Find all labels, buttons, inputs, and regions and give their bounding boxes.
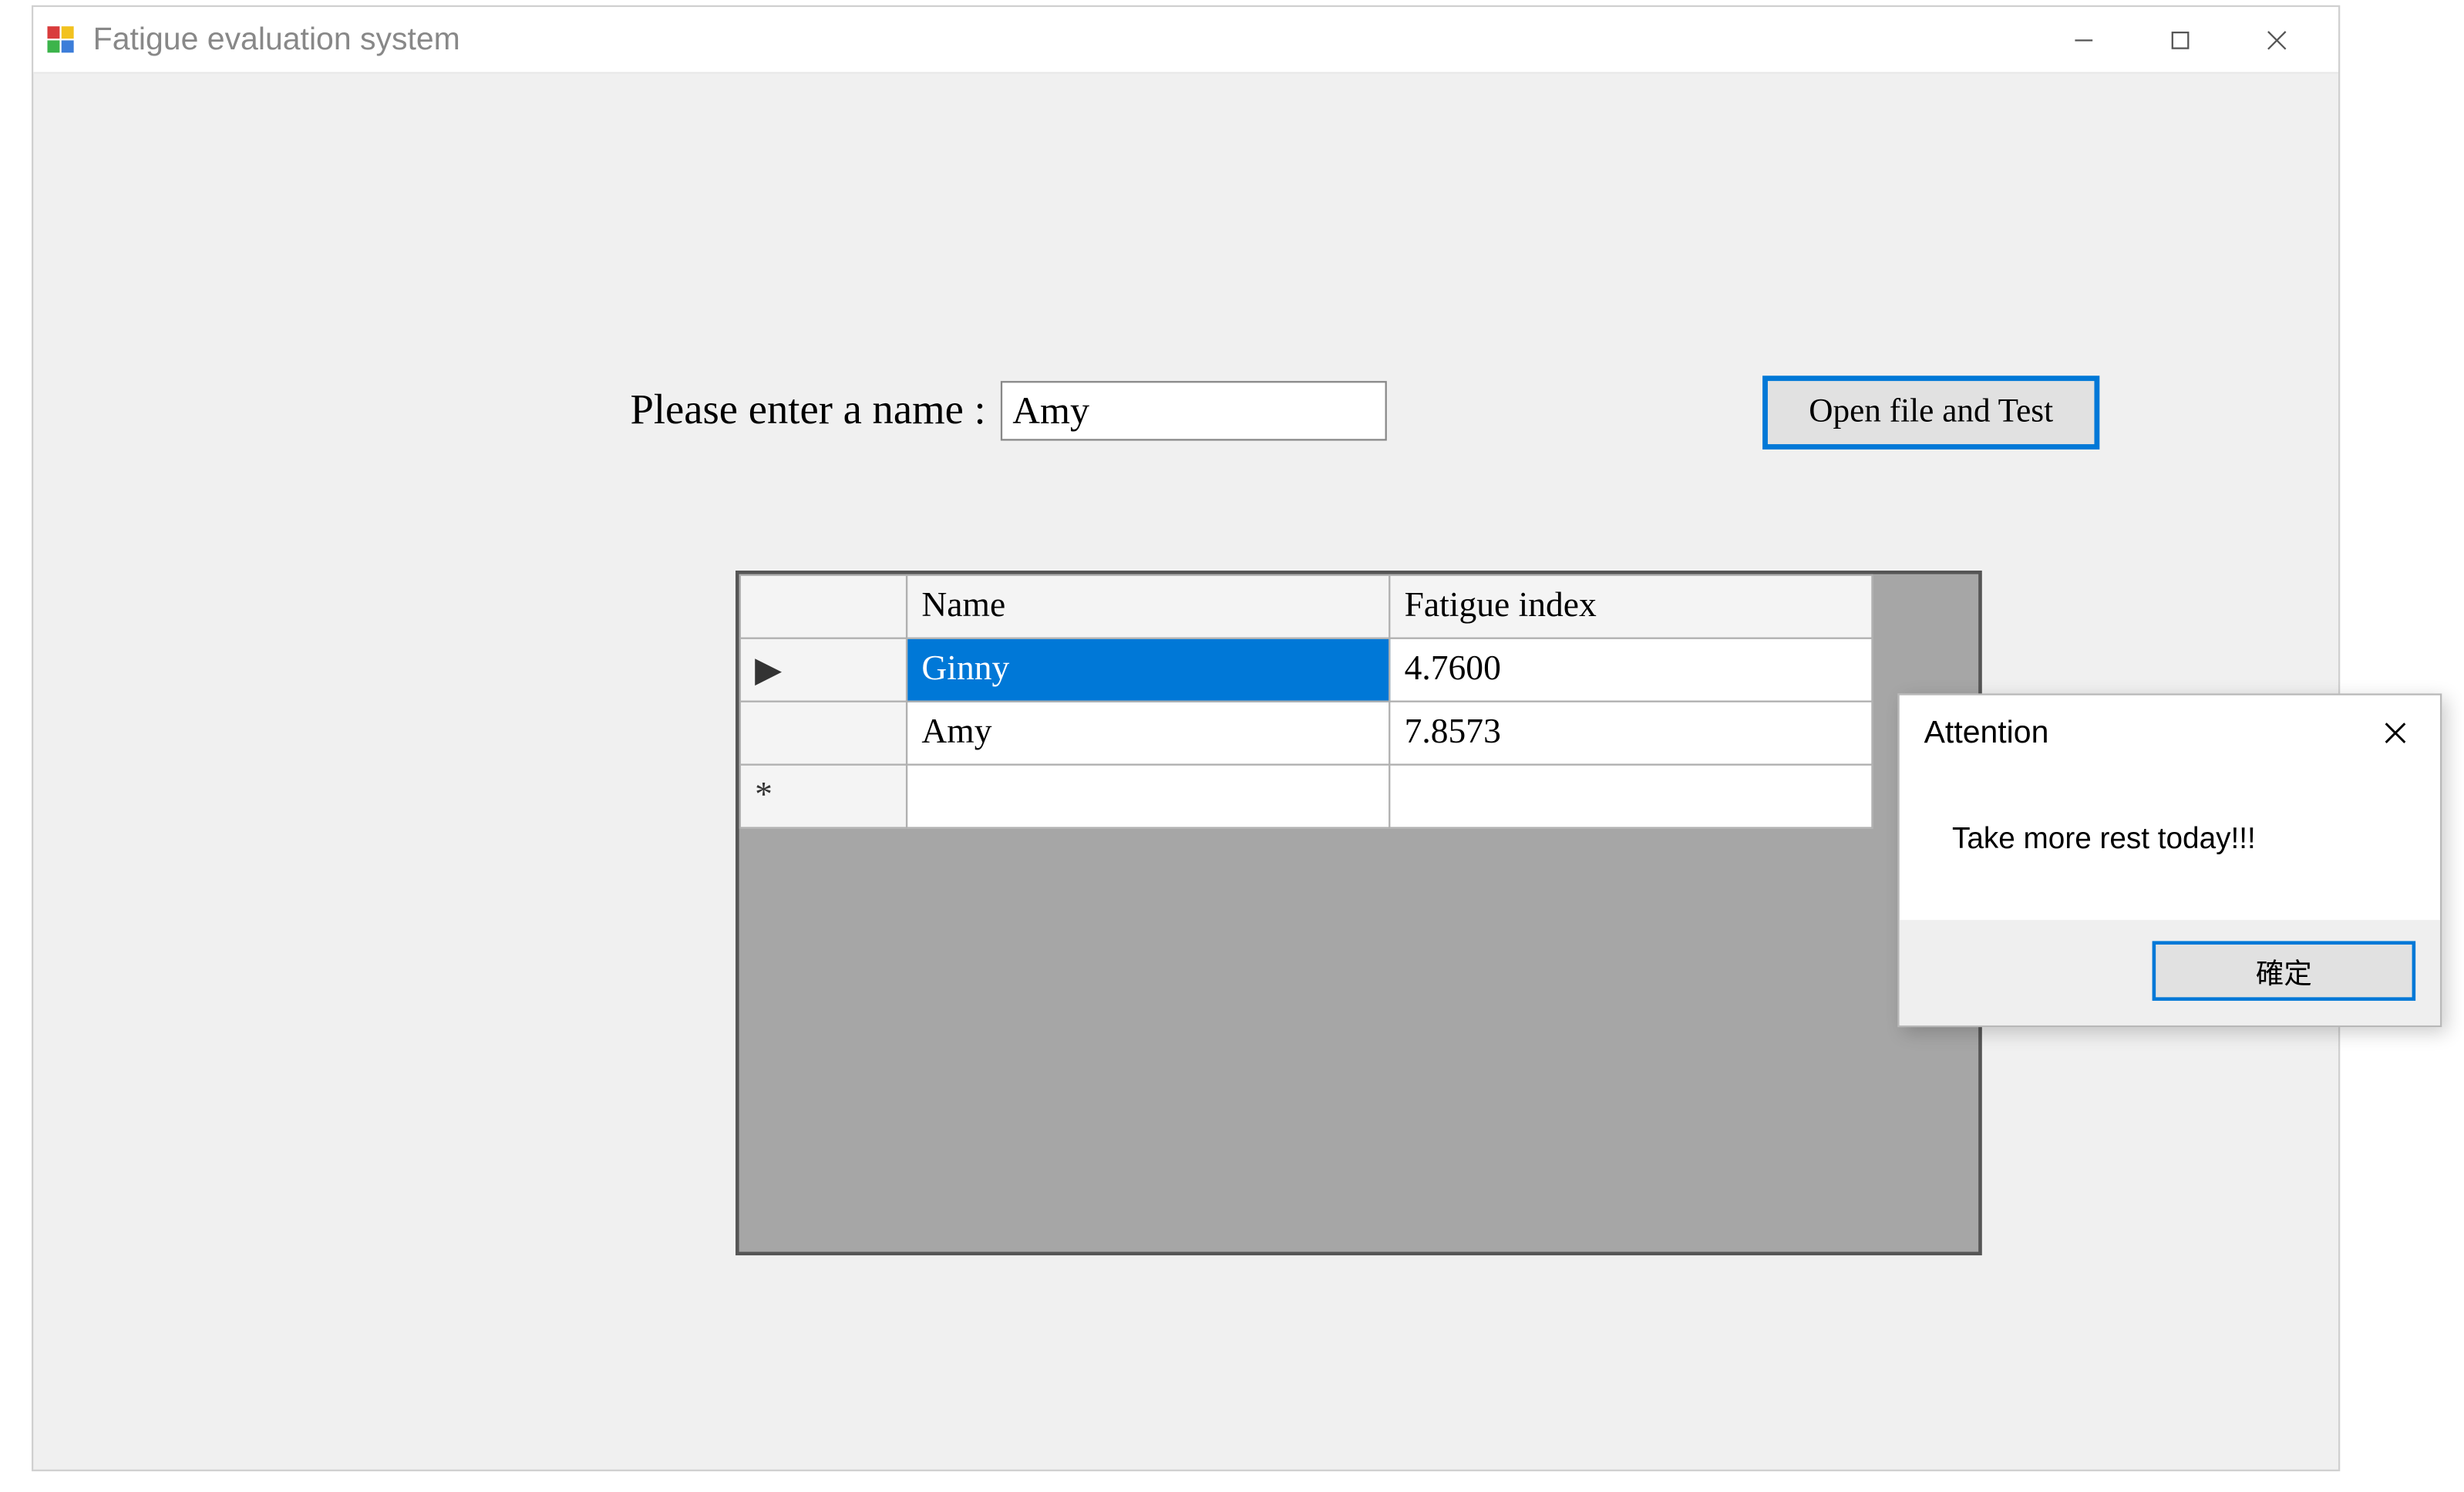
titlebar[interactable]: Fatigue evaluation system <box>33 7 2338 74</box>
window-title: Fatigue evaluation system <box>93 21 2035 58</box>
header-row: Name Fatigue index <box>740 575 1873 638</box>
cell-fatigue[interactable]: 4.7600 <box>1389 638 1872 702</box>
row-indicator-new[interactable]: * <box>740 765 907 828</box>
cell-fatigue[interactable] <box>1389 765 1872 828</box>
window-controls <box>2035 6 2324 73</box>
name-input[interactable] <box>1000 381 1386 440</box>
close-icon <box>2265 29 2286 50</box>
open-file-and-test-button[interactable]: Open file and Test <box>1762 376 2099 450</box>
table-row-new[interactable]: * <box>740 765 1873 828</box>
dialog-close-button[interactable] <box>2359 706 2429 758</box>
results-datagrid[interactable]: Name Fatigue index ▶ Ginny 4.7600 Amy <box>735 571 1982 1255</box>
dialog-footer: 確定 <box>1900 920 2440 1026</box>
attention-dialog: Attention Take more rest today!!! 確定 <box>1897 693 2442 1027</box>
cell-name[interactable]: Ginny <box>907 638 1389 702</box>
cell-name[interactable]: Amy <box>907 702 1389 765</box>
row-indicator[interactable]: ▶ <box>740 638 907 702</box>
dialog-ok-button[interactable]: 確定 <box>2153 941 2416 1000</box>
column-header-fatigue[interactable]: Fatigue index <box>1389 575 1872 638</box>
minimize-icon <box>2072 29 2093 50</box>
column-header-name[interactable]: Name <box>907 575 1389 638</box>
cell-name[interactable] <box>907 765 1389 828</box>
row-indicator[interactable] <box>740 702 907 765</box>
dialog-message: Take more rest today!!! <box>1900 769 2440 920</box>
cell-fatigue[interactable]: 7.8573 <box>1389 702 1872 765</box>
dialog-title: Attention <box>1924 714 2360 751</box>
datagrid-table: Name Fatigue index ▶ Ginny 4.7600 Amy <box>739 574 1873 829</box>
column-header-rowselector[interactable] <box>740 575 907 638</box>
name-input-row: Please enter a name : <box>630 381 1385 440</box>
close-icon <box>2383 721 2406 744</box>
table-row[interactable]: ▶ Ginny 4.7600 <box>740 638 1873 702</box>
app-icon <box>47 25 75 53</box>
maximize-button[interactable] <box>2131 6 2227 73</box>
minimize-button[interactable] <box>2035 6 2131 73</box>
table-row[interactable]: Amy 7.8573 <box>740 702 1873 765</box>
name-label: Please enter a name : <box>630 387 985 434</box>
maximize-icon <box>2169 29 2190 50</box>
dialog-titlebar[interactable]: Attention <box>1900 695 2440 770</box>
close-button[interactable] <box>2228 6 2324 73</box>
